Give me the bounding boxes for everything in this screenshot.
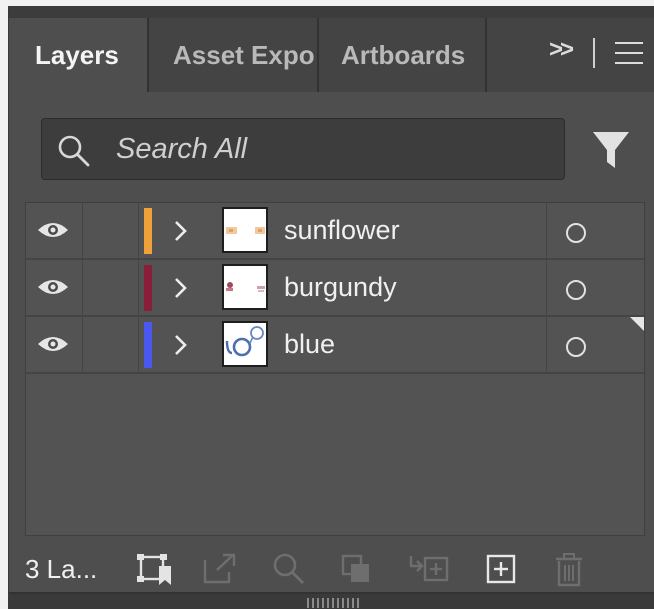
chevron-right-icon[interactable] (172, 334, 190, 356)
column-divider (82, 260, 83, 315)
layer-name[interactable]: sunflower (284, 215, 400, 246)
layer-color-swatch (144, 208, 152, 254)
column-divider (82, 203, 83, 258)
create-new-layer-icon[interactable] (485, 552, 521, 586)
search-input[interactable] (116, 127, 546, 171)
layer-thumbnail (222, 207, 268, 253)
target-circle-icon[interactable] (564, 335, 588, 359)
export-icon[interactable] (201, 552, 239, 586)
layer-row-burgundy[interactable]: burgundy (26, 260, 644, 317)
layer-color-swatch (144, 322, 152, 368)
sunflower-thumbnail-art (226, 227, 265, 234)
tab-layers[interactable]: Layers (9, 18, 149, 92)
visibility-eye-icon[interactable] (36, 218, 70, 242)
panel-bottom-edge (9, 592, 654, 609)
layers-panel: Layers Asset Expo Artboards >> Search Al… (8, 6, 654, 609)
delete-icon[interactable] (553, 552, 587, 588)
target-circle-icon[interactable] (564, 278, 588, 302)
column-divider (82, 317, 83, 372)
collect-for-export-icon[interactable] (135, 552, 175, 586)
tab-asset-export[interactable]: Asset Expo (149, 18, 319, 92)
column-divider (138, 203, 139, 258)
layer-row-sunflower[interactable]: sunflower (26, 203, 644, 260)
burgundy-thumbnail-art (226, 282, 265, 292)
layers-list: sunflower burgundy blue (25, 202, 645, 536)
layer-count: 3 La... (25, 554, 98, 584)
create-sublayer-icon[interactable] (407, 552, 453, 586)
column-divider (546, 317, 547, 372)
make-clipping-mask-icon[interactable] (339, 552, 377, 586)
column-divider (138, 260, 139, 315)
tab-bar: Layers Asset Expo Artboards >> (9, 6, 654, 92)
visibility-eye-icon[interactable] (36, 275, 70, 299)
selected-art-indicator (630, 317, 644, 331)
layer-thumbnail (222, 264, 268, 310)
chevron-right-icon[interactable] (172, 220, 190, 242)
column-divider (546, 203, 547, 258)
visibility-eye-icon[interactable] (36, 332, 70, 356)
column-divider (546, 260, 547, 315)
target-circle-icon[interactable] (564, 221, 588, 245)
blue-thumbnail-art (225, 326, 264, 357)
layer-thumbnail (222, 321, 268, 367)
tab-overflow-button[interactable]: >> (549, 36, 574, 64)
tab-artboards[interactable]: Artboards (319, 18, 487, 92)
resize-grip-icon[interactable] (307, 598, 359, 608)
chevron-right-icon[interactable] (172, 277, 190, 299)
panel-footer: 3 La... (9, 540, 654, 592)
layer-name[interactable]: burgundy (284, 272, 397, 303)
column-divider (138, 317, 139, 372)
locate-object-icon[interactable] (271, 552, 309, 586)
layer-color-swatch (144, 265, 152, 311)
layer-row-blue[interactable]: blue (26, 317, 644, 374)
search-field[interactable] (41, 118, 565, 180)
layer-name[interactable]: blue (284, 329, 335, 360)
filter-icon[interactable] (591, 130, 631, 172)
search-icon (58, 135, 90, 167)
tab-divider (593, 38, 595, 68)
panel-menu-icon[interactable] (615, 42, 643, 64)
